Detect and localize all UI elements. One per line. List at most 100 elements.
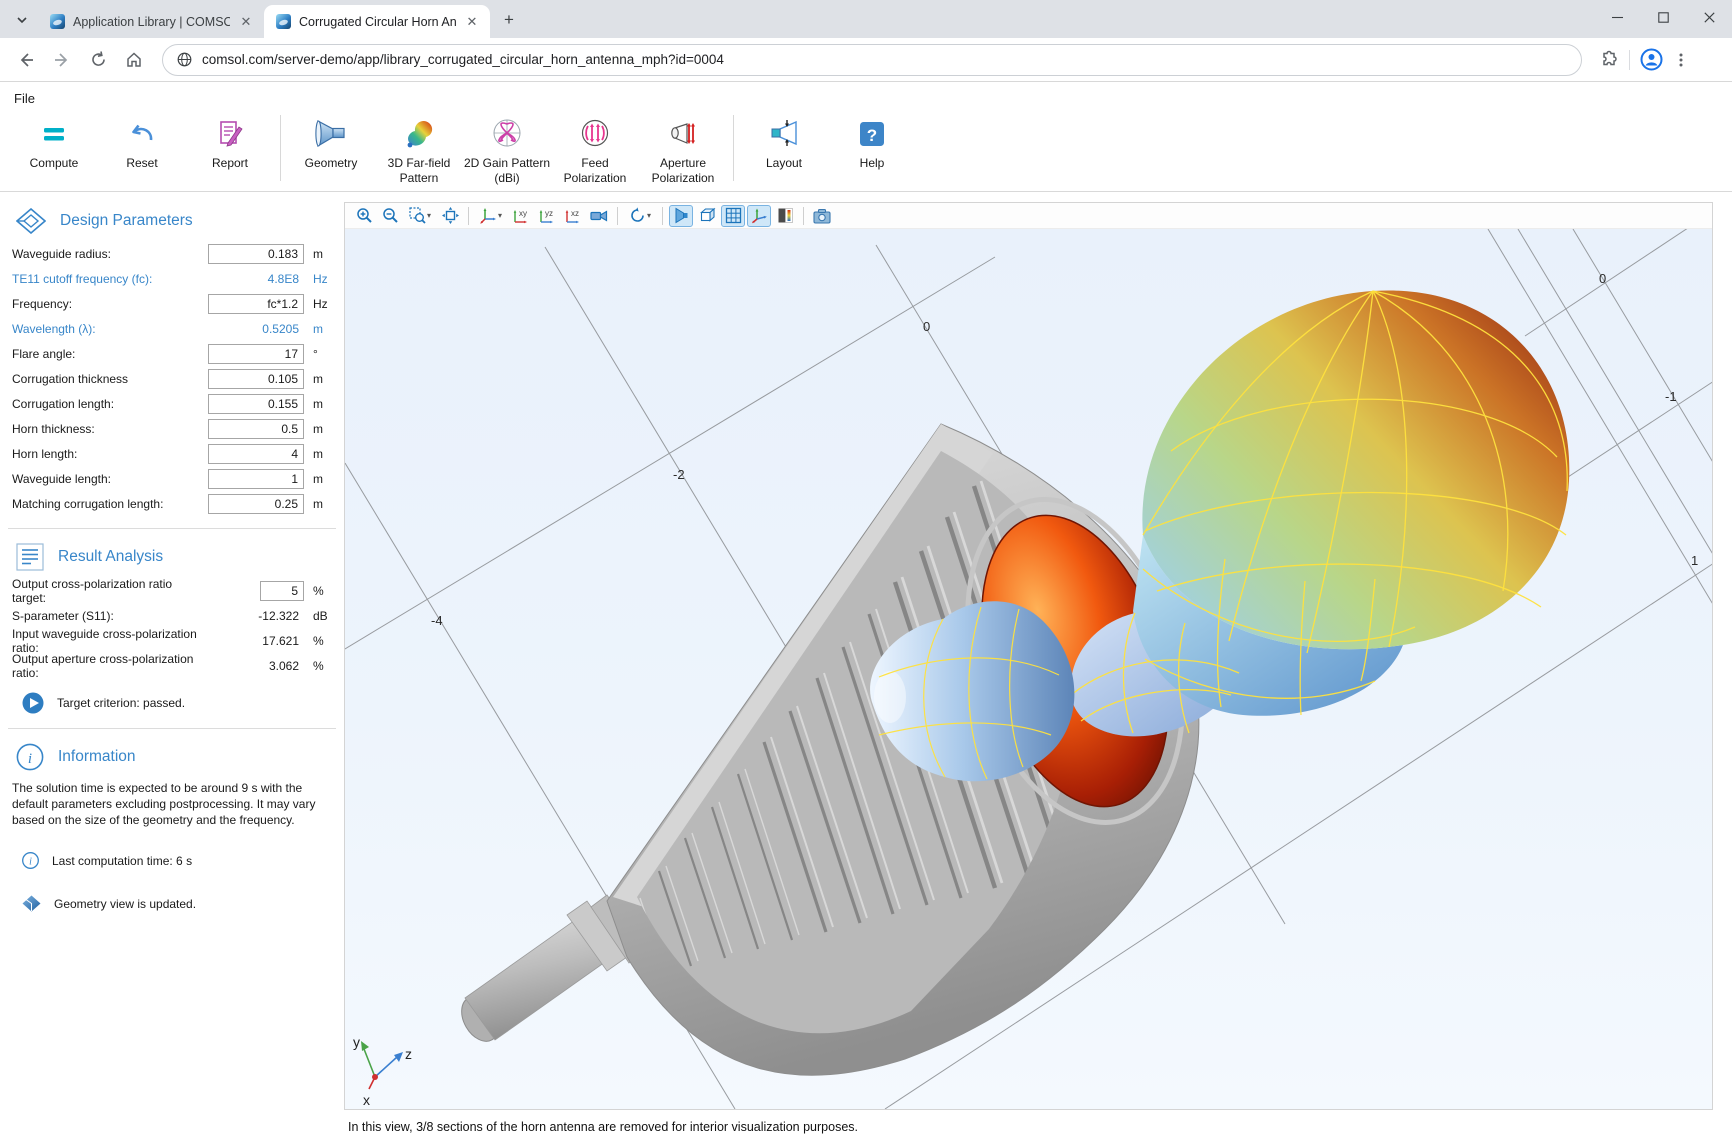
- main-content: Design Parameters Waveguide radius: m TE…: [0, 191, 1732, 1145]
- axis-label: -1: [1665, 389, 1677, 404]
- show-grid-icon[interactable]: [721, 205, 745, 227]
- browser-tab-corrugated-horn[interactable]: Corrugated Circular Horn Anten ✕: [264, 5, 490, 38]
- field-horn-length: Horn length: m: [12, 444, 334, 464]
- transparency-icon[interactable]: [669, 205, 693, 227]
- cross-polarization-target-input[interactable]: [260, 581, 304, 601]
- last-computation-text: Last computation time: 6 s: [52, 854, 192, 868]
- compute-button[interactable]: Compute: [10, 111, 98, 171]
- matching-corrugation-length-input[interactable]: [208, 494, 304, 514]
- view-xy-plane-icon[interactable]: xy: [509, 205, 533, 227]
- target-criterion-play-icon: [22, 692, 44, 714]
- scene-light-icon[interactable]: [695, 205, 719, 227]
- axis-label: 0: [923, 319, 930, 334]
- window-minimize-button[interactable]: [1594, 0, 1640, 34]
- zoom-box-icon[interactable]: ▾: [404, 205, 436, 227]
- tab-close-icon[interactable]: ✕: [464, 14, 480, 30]
- zoom-in-icon[interactable]: [352, 205, 376, 227]
- toolbar-separator: [803, 207, 804, 225]
- svg-text:xy: xy: [519, 209, 527, 218]
- flare-angle-input[interactable]: [208, 344, 304, 364]
- section-title: Design Parameters: [60, 212, 193, 230]
- field-s-parameter: S-parameter (S11): -12.322 dB: [12, 606, 334, 626]
- app-menubar: File: [0, 82, 1732, 109]
- geometry-status-icon: [22, 895, 41, 912]
- url-bar[interactable]: comsol.com/server-demo/app/library_corru…: [162, 44, 1582, 76]
- feed-polarization-icon: [577, 115, 613, 153]
- forward-button[interactable]: [46, 44, 78, 76]
- output-cross-polarization-value: 3.062: [208, 659, 304, 673]
- field-te11-cutoff: TE11 cutoff frequency (fc): 4.8E8 Hz: [12, 269, 334, 289]
- section-divider: [8, 728, 336, 729]
- far-field-3d-icon: [401, 115, 437, 153]
- feed-polarization-button[interactable]: Feed Polarization: [551, 111, 639, 186]
- reset-view-icon[interactable]: ▾: [624, 205, 656, 227]
- view-xz-plane-icon[interactable]: xz: [561, 205, 585, 227]
- toolbar-separator: [662, 207, 663, 225]
- input-cross-polarization-value: 17.621: [208, 634, 304, 648]
- comsol-favicon-icon: [276, 14, 291, 29]
- color-legend-icon[interactable]: [773, 205, 797, 227]
- frequency-input[interactable]: [208, 294, 304, 314]
- layout-button[interactable]: Layout: [740, 111, 828, 171]
- app-ribbon: Compute Reset Report Geometry 3D Far-fie…: [0, 109, 1732, 191]
- information-icon: i: [16, 743, 44, 771]
- svg-text:?: ?: [867, 126, 877, 145]
- browser-tab-application-library[interactable]: Application Library | COMSOL S ✕: [38, 5, 264, 38]
- navbar-right: [1600, 48, 1689, 71]
- section-title: Result Analysis: [58, 548, 163, 566]
- triad-z-label: z: [405, 1046, 412, 1062]
- wavelength-value: 0.5205: [208, 322, 304, 336]
- gain-pattern-2d-button[interactable]: 2D Gain Pattern (dBi): [463, 111, 551, 186]
- reset-icon: [125, 115, 159, 153]
- graphics-view-3d[interactable]: y z x 0 -2 -4 0 -1 1: [345, 229, 1712, 1109]
- extensions-icon[interactable]: [1600, 50, 1619, 69]
- tab-search-chevron-icon[interactable]: [8, 6, 36, 34]
- zoom-extents-icon[interactable]: [438, 205, 462, 227]
- axis-label: -4: [431, 613, 443, 628]
- view-yz-plane-icon[interactable]: yz: [535, 205, 559, 227]
- reload-button[interactable]: [82, 44, 114, 76]
- information-body: The solution time is expected to be arou…: [12, 781, 330, 828]
- field-corrugation-length: Corrugation length: m: [12, 394, 334, 414]
- waveguide-radius-input[interactable]: [208, 244, 304, 264]
- browser-menu-icon[interactable]: [1673, 52, 1689, 68]
- navbar-separator: [1629, 50, 1630, 70]
- home-button[interactable]: [118, 44, 150, 76]
- tab-close-icon[interactable]: ✕: [238, 14, 254, 30]
- zoom-out-icon[interactable]: [378, 205, 402, 227]
- go-to-default-view-icon[interactable]: ▾: [475, 205, 507, 227]
- show-axes-icon[interactable]: [747, 205, 771, 227]
- report-icon: [213, 115, 247, 153]
- toolbar-separator: [468, 207, 469, 225]
- corrugation-thickness-input[interactable]: [208, 369, 304, 389]
- file-menu[interactable]: File: [14, 91, 35, 106]
- waveguide-length-input[interactable]: [208, 469, 304, 489]
- perspective-camera-icon[interactable]: [587, 205, 611, 227]
- help-button[interactable]: ? Help: [828, 111, 916, 171]
- horn-length-input[interactable]: [208, 444, 304, 464]
- corrugation-length-input[interactable]: [208, 394, 304, 414]
- field-frequency: Frequency: Hz: [12, 294, 334, 314]
- help-icon: ?: [855, 115, 889, 153]
- field-waveguide-radius: Waveguide radius: m: [12, 244, 334, 264]
- aperture-polarization-button[interactable]: Aperture Polarization: [639, 111, 727, 186]
- snapshot-icon[interactable]: [810, 205, 834, 227]
- geometry-button[interactable]: Geometry: [287, 111, 375, 171]
- tab-title: Corrugated Circular Horn Anten: [299, 15, 456, 29]
- ribbon-separator: [280, 115, 281, 181]
- horn-antenna-geometry: [454, 424, 1219, 1075]
- s-parameter-value: -12.322: [208, 609, 304, 623]
- report-button[interactable]: Report: [186, 111, 274, 171]
- back-button[interactable]: [10, 44, 42, 76]
- reset-button[interactable]: Reset: [98, 111, 186, 171]
- field-corrugation-thickness: Corrugation thickness m: [12, 369, 334, 389]
- new-tab-button[interactable]: +: [496, 7, 522, 33]
- target-criterion-status: Target criterion: passed.: [22, 692, 344, 714]
- axis-label: 0: [1599, 271, 1606, 286]
- result-analysis-icon: [16, 543, 44, 571]
- window-close-button[interactable]: [1686, 0, 1732, 34]
- profile-icon[interactable]: [1640, 48, 1663, 71]
- horn-thickness-input[interactable]: [208, 419, 304, 439]
- far-field-3d-button[interactable]: 3D Far-field Pattern: [375, 111, 463, 186]
- window-maximize-button[interactable]: [1640, 0, 1686, 34]
